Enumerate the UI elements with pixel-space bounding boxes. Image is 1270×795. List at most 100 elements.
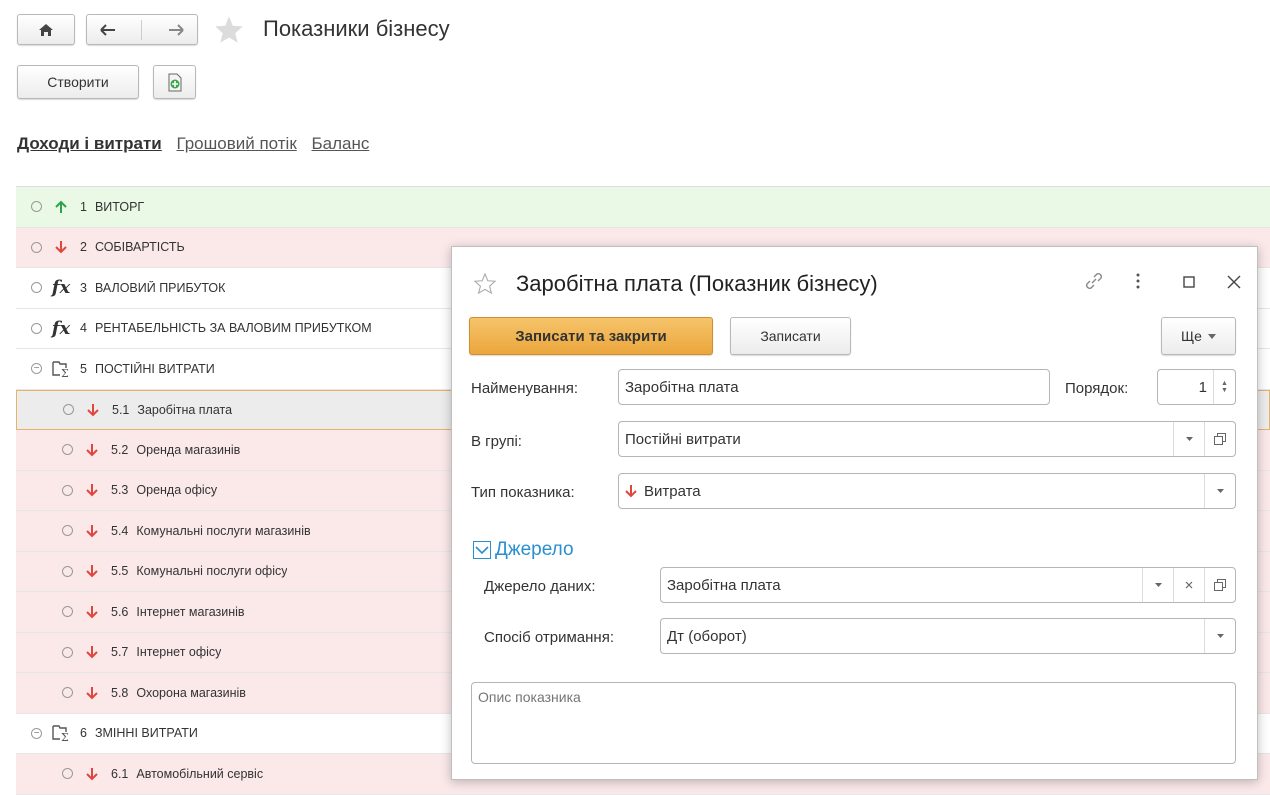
- radio-marker-icon[interactable]: [31, 201, 42, 213]
- radio-marker-icon[interactable]: [31, 322, 42, 334]
- open-window-icon: [1214, 433, 1226, 445]
- open-window-icon: [1214, 579, 1226, 591]
- arrow-down-icon: [81, 686, 103, 700]
- section-tabs: Доходи і витрати Грошовий потік Баланс: [17, 134, 379, 154]
- collapse-chevron-icon: [473, 541, 491, 559]
- row-name: ВАЛОВИЙ ПРИБУТОК: [94, 280, 226, 295]
- name-value: Заробітна плата: [625, 378, 739, 396]
- type-dropdown[interactable]: [1204, 474, 1235, 508]
- row-number: 5.4: [111, 523, 129, 538]
- source-clear[interactable]: [1173, 568, 1204, 602]
- radio-marker-icon[interactable]: [62, 484, 73, 496]
- tab-cash-flow[interactable]: Грошовий потік: [176, 134, 296, 153]
- type-label: Тип показника:: [471, 484, 575, 501]
- radio-marker-icon[interactable]: [62, 525, 73, 537]
- name-field[interactable]: Заробітна плата: [618, 369, 1050, 405]
- radio-marker-icon[interactable]: [62, 646, 73, 658]
- row-name: Інтернет магазинів: [136, 604, 245, 619]
- radio-marker-icon[interactable]: [31, 282, 42, 294]
- radio-marker-icon[interactable]: [31, 241, 42, 253]
- order-value: 1: [1198, 378, 1207, 396]
- source-label: Джерело даних:: [484, 578, 596, 595]
- row-number: 4: [80, 321, 87, 336]
- source-section-toggle[interactable]: Джерело: [473, 539, 574, 561]
- row-name: РЕНТАБЕЛЬНІСТЬ ЗА ВАЛОВИМ ПРИБУТКОМ: [94, 321, 372, 336]
- tab-income-expenses[interactable]: Доходи і витрати: [17, 134, 162, 153]
- radio-marker-icon[interactable]: [62, 768, 73, 780]
- stepper-up-icon[interactable]: ▲: [1221, 380, 1228, 387]
- tab-balance[interactable]: Баланс: [312, 134, 370, 153]
- list-item[interactable]: 1 ВИТОРГ: [16, 187, 1270, 228]
- maximize-icon[interactable]: [1183, 276, 1195, 288]
- radio-marker-icon[interactable]: [62, 444, 73, 456]
- favorite-star-icon[interactable]: [214, 15, 244, 44]
- forward-arrow-icon[interactable]: [168, 23, 184, 36]
- row-name: Оренда магазинів: [136, 442, 241, 457]
- collapse-toggle-icon[interactable]: −: [31, 727, 42, 739]
- more-actions-button[interactable]: Ще: [1161, 317, 1236, 355]
- row-number: 5.2: [111, 442, 129, 457]
- method-select[interactable]: Дт (оборот): [660, 618, 1236, 654]
- source-open[interactable]: [1204, 568, 1235, 602]
- back-arrow-icon[interactable]: [100, 23, 116, 36]
- formula-icon: fx: [51, 277, 71, 299]
- add-from-template-button[interactable]: [153, 65, 196, 99]
- radio-marker-icon[interactable]: [63, 404, 74, 416]
- description-textarea[interactable]: [471, 682, 1236, 764]
- dialog-title: Заробітна плата (Показник бізнесу): [516, 271, 878, 296]
- method-dropdown[interactable]: [1204, 619, 1235, 653]
- formula-icon: fx: [51, 317, 71, 339]
- arrow-down-icon: [81, 605, 103, 619]
- arrow-down-icon: [82, 403, 104, 417]
- type-value: Витрата: [644, 482, 701, 500]
- group-sum-icon: Σ: [50, 724, 72, 742]
- group-select[interactable]: Постійні витрати: [618, 421, 1236, 457]
- arrow-down-icon: [81, 564, 103, 578]
- source-select[interactable]: Заробітна плата: [660, 567, 1236, 603]
- row-number: 5.5: [111, 564, 129, 579]
- stepper-arrows[interactable]: ▲ ▼: [1213, 370, 1235, 404]
- row-name: ЗМІННІ ВИТРАТИ: [94, 726, 198, 741]
- row-number: 2: [80, 240, 87, 255]
- row-number: 5.1: [112, 402, 130, 417]
- radio-marker-icon[interactable]: [62, 687, 73, 699]
- source-dropdown[interactable]: [1142, 568, 1173, 602]
- chevron-down-icon: [1207, 333, 1216, 339]
- save-button[interactable]: Записати: [730, 317, 851, 355]
- home-button[interactable]: [17, 14, 75, 45]
- method-value: Дт (оборот): [667, 627, 747, 645]
- source-section-title: Джерело: [495, 539, 574, 560]
- row-number: 5.8: [111, 685, 129, 700]
- type-select[interactable]: Витрата: [618, 473, 1236, 509]
- name-label: Найменування:: [471, 380, 578, 397]
- arrow-down-icon: [625, 484, 637, 498]
- row-name: Оренда офісу: [136, 483, 218, 498]
- svg-text:Σ: Σ: [61, 367, 69, 378]
- link-icon[interactable]: [1084, 271, 1104, 291]
- radio-marker-icon[interactable]: [62, 565, 73, 577]
- group-open[interactable]: [1204, 422, 1235, 456]
- create-button[interactable]: Створити: [17, 65, 139, 99]
- arrow-down-icon: [50, 240, 72, 254]
- arrow-down-icon: [81, 524, 103, 538]
- order-stepper[interactable]: 1 ▲ ▼: [1157, 369, 1236, 405]
- page-title: Показники бізнесу: [263, 16, 450, 41]
- source-value: Заробітна плата: [667, 576, 781, 594]
- close-icon[interactable]: [1227, 275, 1241, 289]
- row-name: Охорона магазинів: [136, 685, 246, 700]
- more-vertical-icon[interactable]: [1136, 273, 1140, 289]
- group-dropdown[interactable]: [1173, 422, 1204, 456]
- row-number: 5.3: [111, 483, 129, 498]
- arrow-down-icon: [81, 645, 103, 659]
- stepper-down-icon[interactable]: ▼: [1221, 387, 1228, 394]
- favorite-star-icon[interactable]: [474, 273, 496, 294]
- chevron-down-icon: [1154, 583, 1162, 587]
- chevron-down-icon: [1185, 437, 1193, 441]
- collapse-toggle-icon[interactable]: −: [31, 363, 42, 375]
- home-icon: [38, 23, 54, 37]
- clear-x-icon: [1185, 581, 1193, 589]
- save-and-close-button[interactable]: Записати та закрити: [469, 317, 713, 355]
- radio-marker-icon[interactable]: [62, 606, 73, 618]
- nav-divider: [141, 19, 143, 40]
- row-name: Інтернет офісу: [136, 645, 222, 660]
